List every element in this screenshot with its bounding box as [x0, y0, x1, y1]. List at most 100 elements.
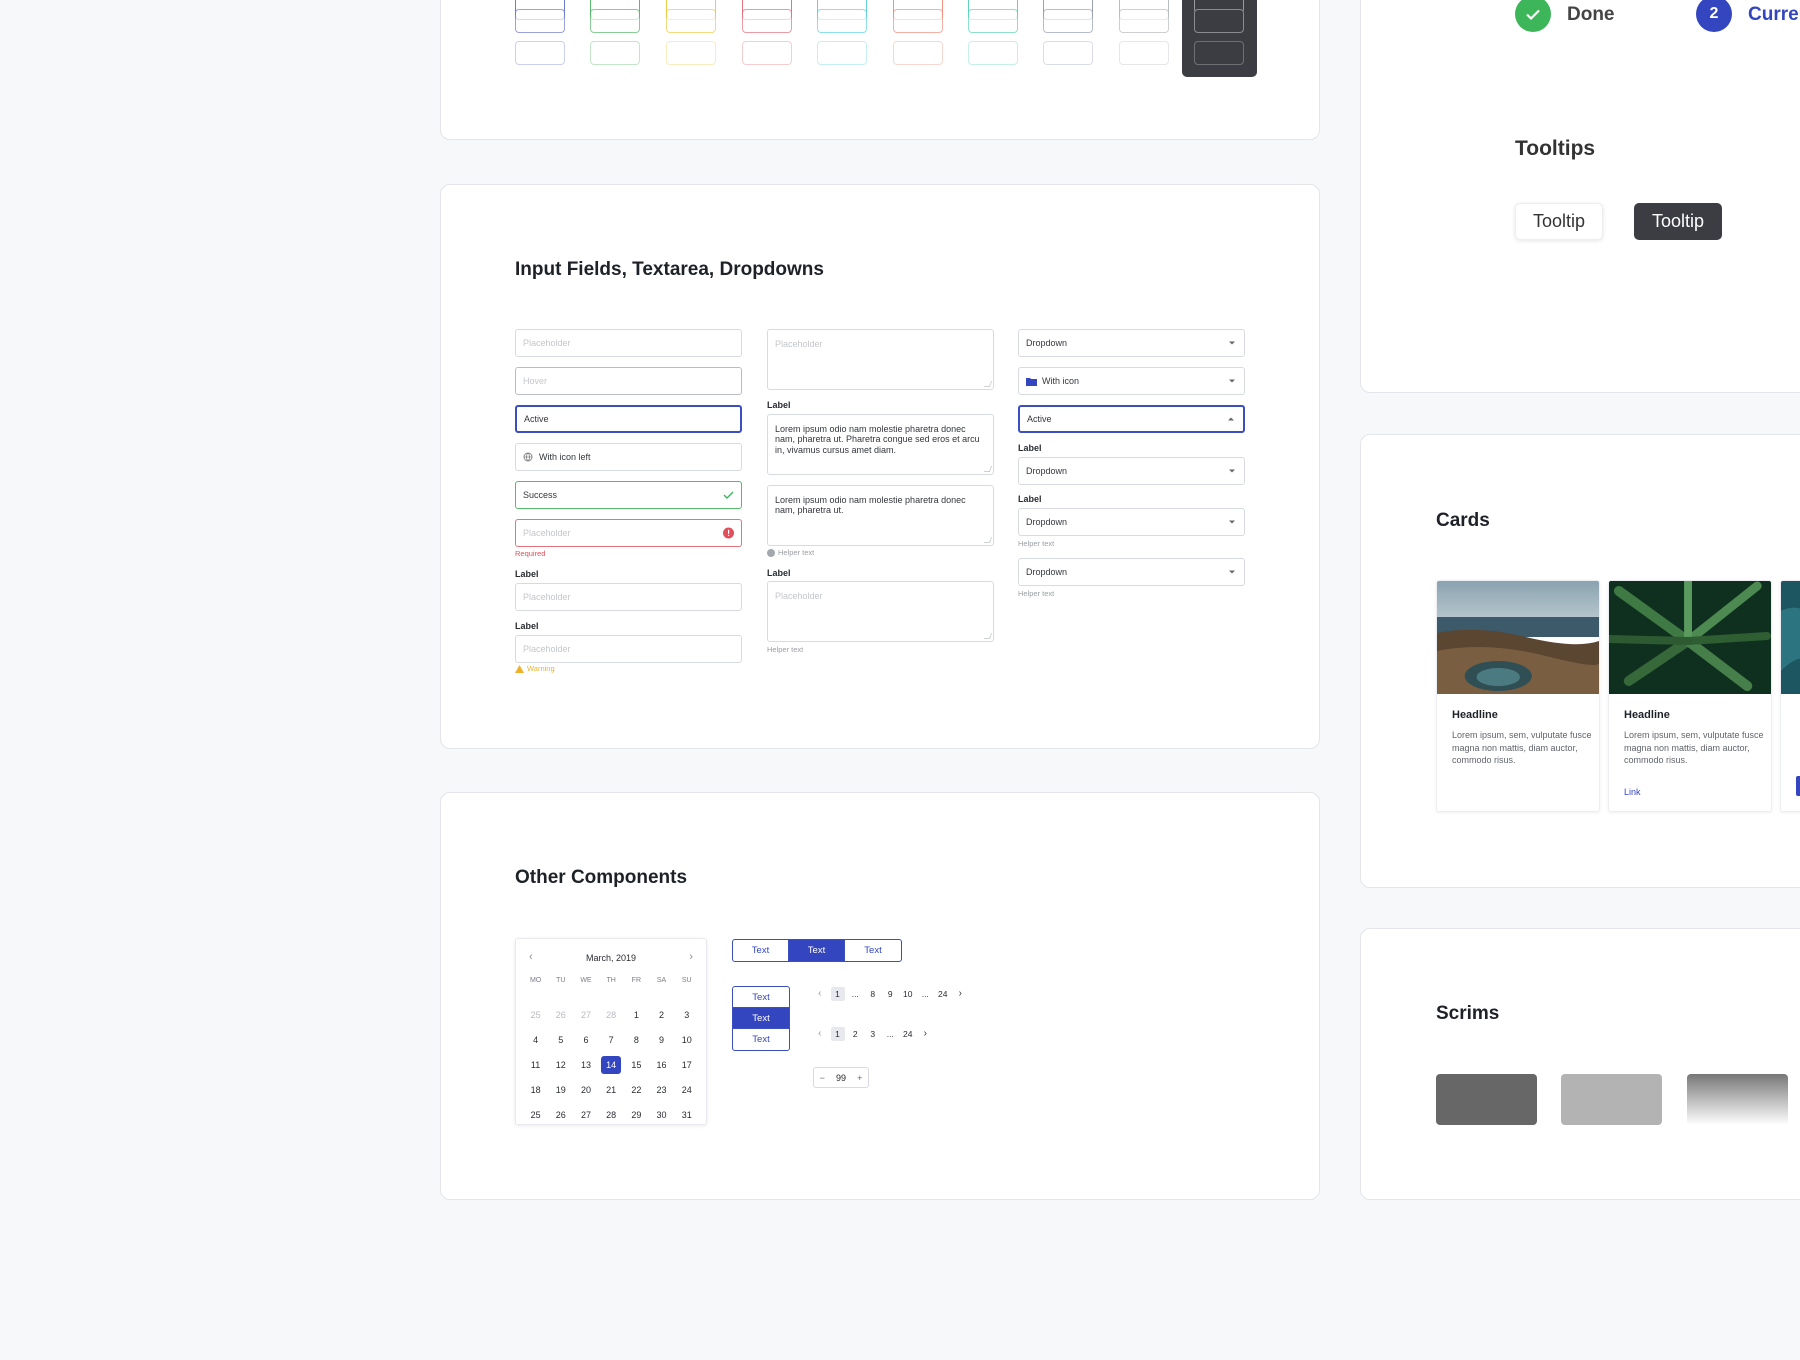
textarea-with-helper[interactable]: Lorem ipsum odio nam molestie pharetra d…	[767, 485, 994, 546]
variant-button[interactable]	[666, 9, 716, 33]
segment-option[interactable]: Text	[845, 940, 901, 961]
resize-handle[interactable]	[983, 633, 993, 639]
page-number[interactable]: 1	[830, 987, 845, 1001]
text-input-success[interactable]: Success	[515, 481, 742, 509]
calendar-day[interactable]: 7	[599, 1027, 624, 1052]
calendar-day[interactable]: 22	[624, 1077, 649, 1102]
variant-button[interactable]	[515, 9, 565, 33]
variant-button[interactable]	[590, 9, 640, 33]
text-input-with-icon[interactable]: With icon left	[515, 443, 742, 471]
page-number[interactable]: 24	[934, 987, 952, 1001]
dropdown[interactable]: Dropdown	[1018, 329, 1245, 357]
variant-button[interactable]	[968, 41, 1018, 65]
dark-button[interactable]	[1194, 41, 1244, 65]
calendar-day[interactable]: 13	[573, 1052, 598, 1077]
calendar-day[interactable]: 5	[548, 1027, 573, 1052]
resize-handle[interactable]	[983, 537, 993, 543]
calendar-day[interactable]: 28	[599, 1002, 624, 1027]
calendar-day[interactable]: 1	[624, 1002, 649, 1027]
calendar-day[interactable]: 11	[523, 1052, 548, 1077]
calendar-day[interactable]: 4	[523, 1027, 548, 1052]
calendar-day[interactable]: 3	[674, 1002, 699, 1027]
calendar-day[interactable]: 29	[624, 1102, 649, 1127]
page-number[interactable]: 3	[864, 1027, 882, 1041]
calendar-day[interactable]: 6	[573, 1027, 598, 1052]
text-input-warning[interactable]: Placeholder	[515, 635, 742, 663]
calendar-day[interactable]: 18	[523, 1077, 548, 1102]
card-button[interactable]	[1796, 776, 1800, 796]
segment-option[interactable]: Text	[733, 940, 789, 961]
page-number[interactable]: 10	[899, 987, 917, 1001]
resize-handle[interactable]	[983, 466, 993, 472]
calendar-day[interactable]: 27	[573, 1102, 598, 1127]
chevron-right-icon[interactable]: ›	[952, 987, 970, 1001]
dark-button[interactable]	[1194, 9, 1244, 33]
calendar-day[interactable]: 27	[573, 1002, 598, 1027]
segment-option[interactable]: Text	[789, 940, 845, 961]
calendar-day[interactable]: 10	[674, 1027, 699, 1052]
chevron-left-icon[interactable]: ‹	[811, 1027, 829, 1041]
variant-button[interactable]	[590, 41, 640, 65]
segment-option[interactable]: Text	[733, 1029, 789, 1050]
calendar-day[interactable]: 17	[674, 1052, 699, 1077]
card-link[interactable]: Link	[1624, 787, 1641, 797]
variant-button[interactable]	[893, 9, 943, 33]
dropdown-labelled-helper[interactable]: Dropdown	[1018, 508, 1245, 536]
segment-option[interactable]: Text	[733, 987, 789, 1008]
text-input-labelled[interactable]: Placeholder	[515, 583, 742, 611]
calendar-day[interactable]: 28	[599, 1102, 624, 1127]
variant-button[interactable]	[817, 9, 867, 33]
calendar-day[interactable]: 30	[649, 1102, 674, 1127]
variant-button[interactable]	[515, 41, 565, 65]
variant-button[interactable]	[893, 41, 943, 65]
card[interactable]: Headline Lorem ipsum, sem, vulputate fus…	[1436, 580, 1600, 812]
chevron-right-icon[interactable]: ›	[689, 951, 693, 963]
calendar-day[interactable]: 9	[649, 1027, 674, 1052]
tooltip-dark[interactable]: Tooltip	[1634, 203, 1722, 240]
variant-button[interactable]	[742, 9, 792, 33]
page-number[interactable]: 24	[899, 1027, 917, 1041]
variant-button[interactable]	[666, 41, 716, 65]
variant-button[interactable]	[968, 9, 1018, 33]
calendar-day[interactable]: 25	[523, 1002, 548, 1027]
dropdown-helper[interactable]: Dropdown	[1018, 558, 1245, 586]
calendar-day[interactable]: 26	[548, 1002, 573, 1027]
calendar-day[interactable]: 25	[523, 1102, 548, 1127]
text-input-error[interactable]: Placeholder	[515, 519, 742, 547]
variant-button[interactable]	[1119, 9, 1169, 33]
dropdown-labelled[interactable]: Dropdown	[1018, 457, 1245, 485]
calendar-day[interactable]: 20	[573, 1077, 598, 1102]
variant-button[interactable]	[1043, 9, 1093, 33]
variant-button[interactable]	[1119, 41, 1169, 65]
page-number[interactable]: 8	[864, 987, 882, 1001]
calendar-day[interactable]: 2	[649, 1002, 674, 1027]
variant-button[interactable]	[1043, 41, 1093, 65]
calendar-day[interactable]: 8	[624, 1027, 649, 1052]
segment-option[interactable]: Text	[733, 1008, 789, 1029]
chevron-right-icon[interactable]: ›	[917, 1027, 935, 1041]
calendar-day[interactable]: 21	[599, 1077, 624, 1102]
calendar-day[interactable]: 24	[674, 1077, 699, 1102]
calendar-day[interactable]: 26	[548, 1102, 573, 1127]
textarea-placeholder[interactable]: Placeholder	[767, 329, 994, 390]
calendar-day[interactable]: 31	[674, 1102, 699, 1127]
textarea-labelled[interactable]: Placeholder	[767, 581, 994, 642]
page-number[interactable]: 2	[847, 1027, 865, 1041]
dropdown-with-icon[interactable]: With icon	[1018, 367, 1245, 395]
textarea-filled[interactable]: Lorem ipsum odio nam molestie pharetra d…	[767, 414, 994, 475]
text-input-active[interactable]: Active	[515, 405, 742, 433]
tooltip-light[interactable]: Tooltip	[1515, 203, 1603, 240]
variant-button[interactable]	[742, 41, 792, 65]
stepper-value[interactable]: 99	[836, 1073, 846, 1083]
page-number[interactable]: 9	[882, 987, 900, 1001]
card-partial[interactable]	[1780, 580, 1800, 812]
calendar-day-selected[interactable]: 14	[599, 1052, 624, 1077]
resize-handle[interactable]	[983, 381, 993, 387]
minus-button[interactable]: −	[820, 1073, 825, 1083]
calendar-day[interactable]: 12	[548, 1052, 573, 1077]
calendar-day[interactable]: 16	[649, 1052, 674, 1077]
text-input-placeholder[interactable]: Placeholder	[515, 329, 742, 357]
calendar-day[interactable]: 15	[624, 1052, 649, 1077]
variant-button[interactable]	[817, 41, 867, 65]
page-number[interactable]: 1	[830, 1027, 845, 1041]
